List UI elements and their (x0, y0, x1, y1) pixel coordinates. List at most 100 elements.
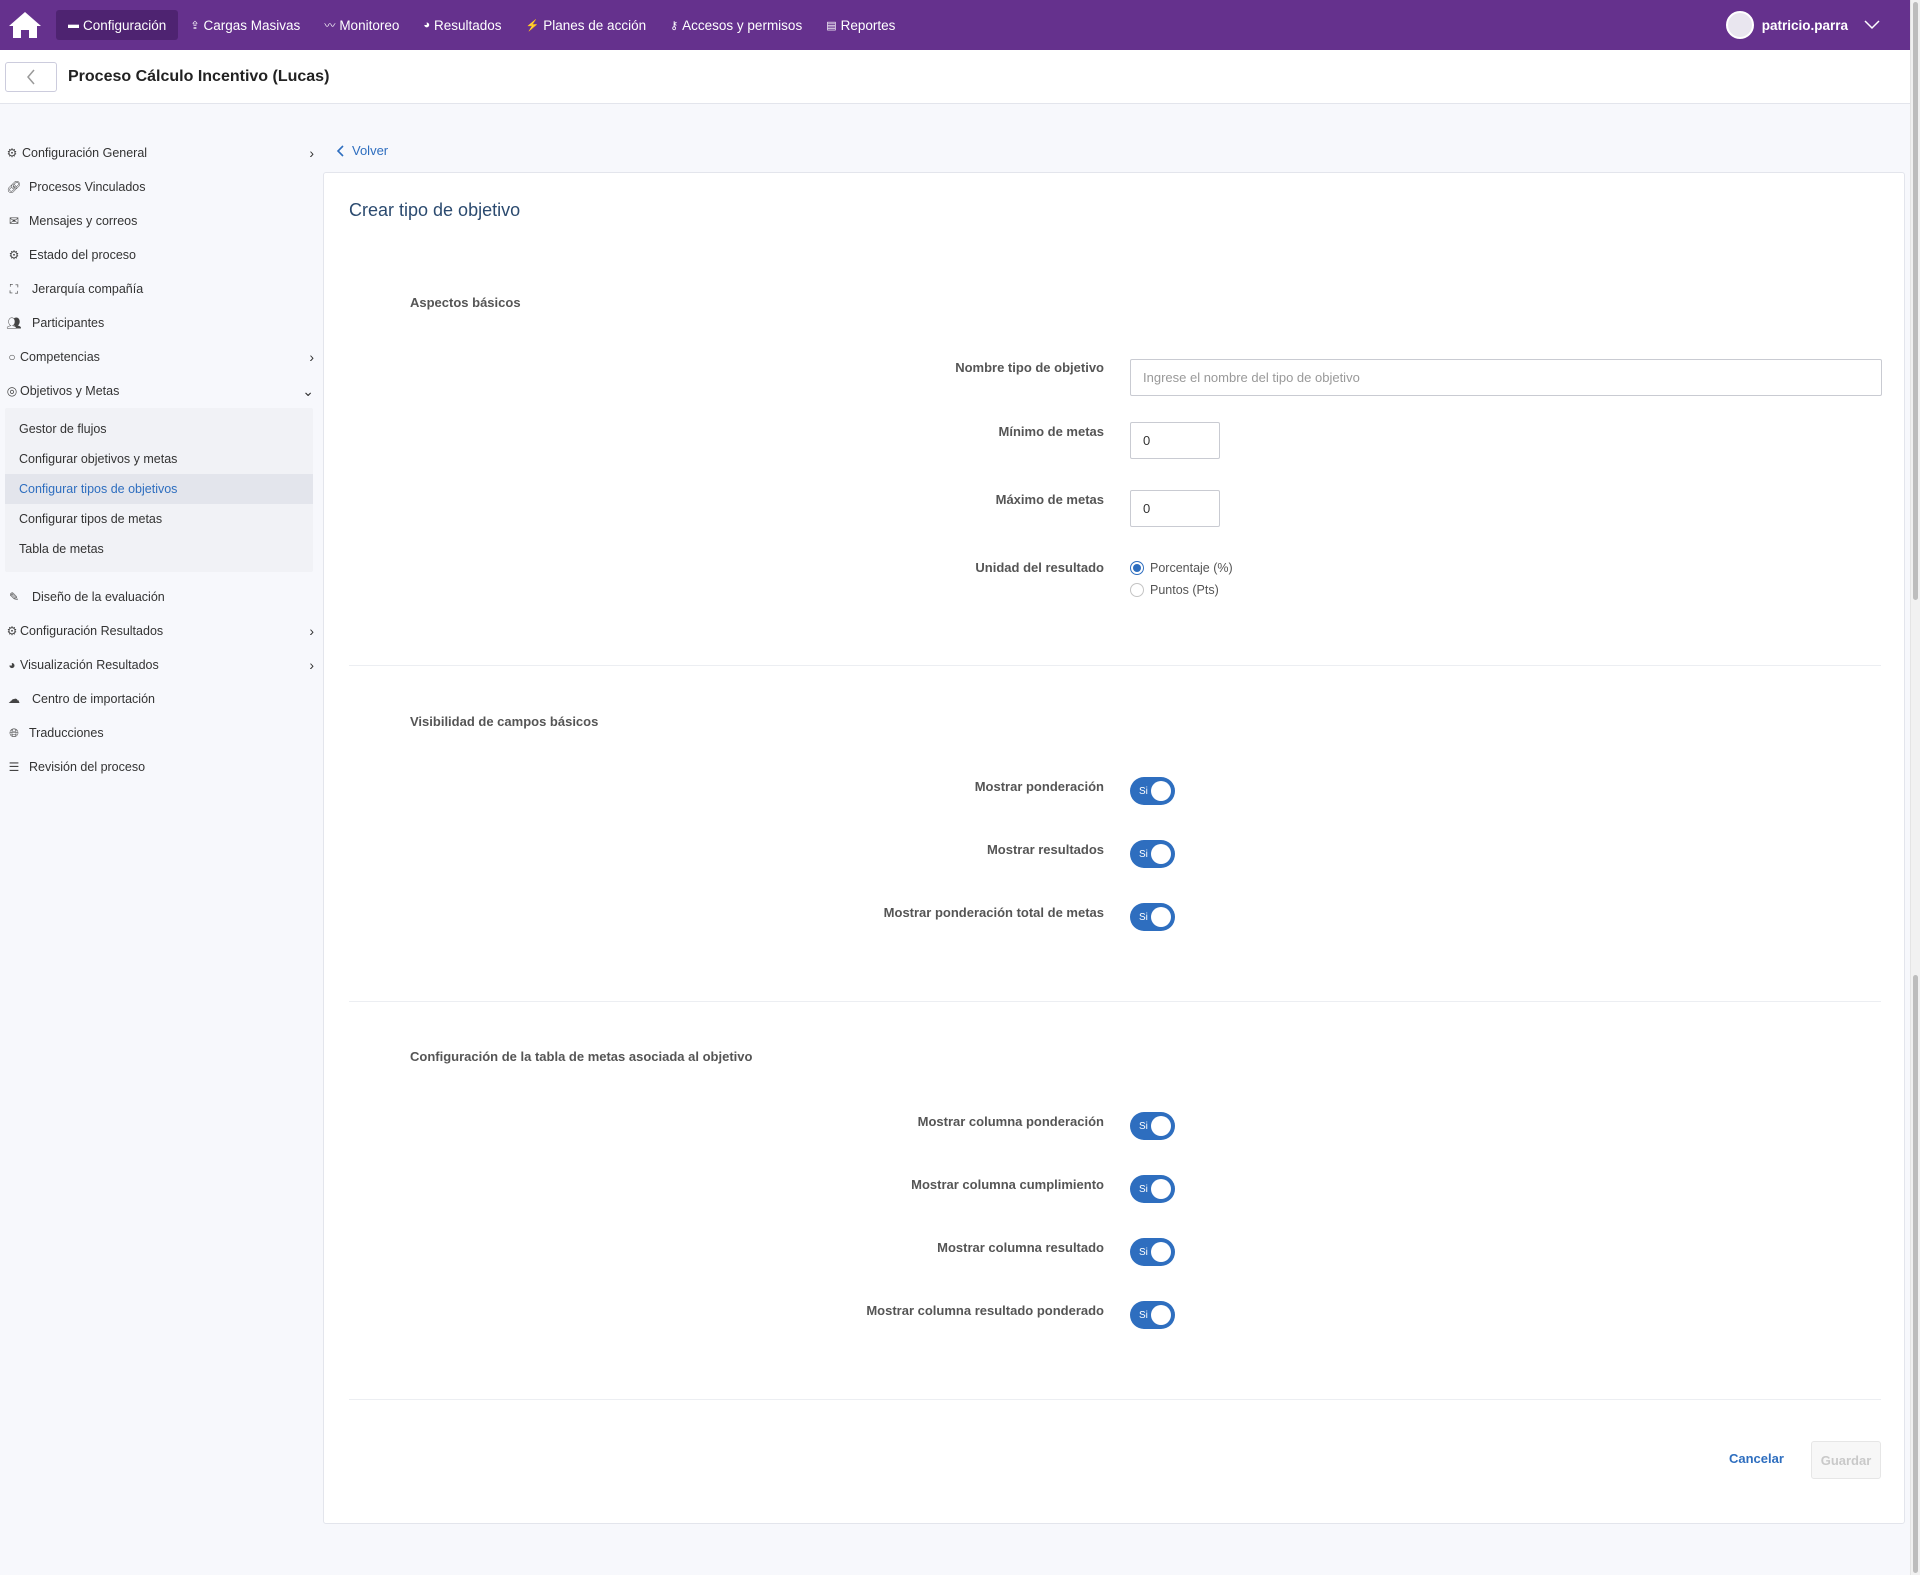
name-label: Nombre tipo de objetivo (955, 360, 1104, 375)
toggle-label: Mostrar resultados (986, 842, 1104, 857)
toggle-mostrar-columna-resultado[interactable]: Si (1130, 1238, 1175, 1266)
file-icon: ▤ (826, 19, 837, 32)
nav-accesos-y-permisos[interactable]: ⚷ Accesos y permisos (658, 10, 814, 40)
radio-label: Puntos (Pts) (1150, 583, 1219, 597)
header-back-button[interactable] (5, 61, 57, 92)
page-title: Proceso Cálculo Incentivo (Lucas) (68, 67, 330, 85)
nav-cargas-masivas[interactable]: ⇪ Cargas Masivas (178, 10, 312, 40)
toggle-state: Si (1139, 1120, 1148, 1132)
sidebar-item-configuracion-general[interactable]: ⚙ Configuración General › (0, 136, 318, 170)
section-title-visibilidad: Visibilidad de campos básicos (410, 714, 599, 729)
sidebar-item-objetivos-y-metas[interactable]: ◎ Objetivos y Metas ⌄ (0, 374, 318, 408)
objective-type-name-input[interactable] (1130, 359, 1882, 396)
divider (349, 1399, 1881, 1400)
toggle-mostrar-ponderacion[interactable]: Si (1130, 777, 1175, 805)
upload-icon: ⇪ (190, 19, 200, 32)
sidebar-item-label: Revisión del proceso (29, 760, 146, 774)
scrollbar-thumb-upper[interactable] (1913, 2, 1918, 600)
toggle-mostrar-columna-resultado-ponderado[interactable]: Si (1130, 1301, 1175, 1329)
max-goals-input[interactable] (1130, 490, 1220, 527)
envelope-icon: ✉ (8, 214, 20, 228)
sidebar-item-jerarquia-compania[interactable]: ⛶ Jerarquía compañía (0, 272, 318, 306)
save-button[interactable]: Guardar (1811, 1441, 1881, 1479)
sidebar-item-label: Participantes (32, 316, 105, 330)
nav-label: Resultados (434, 17, 502, 33)
nav-resultados[interactable]: ◕ Resultados (411, 10, 513, 40)
nav-reportes[interactable]: ▤ Reportes (814, 10, 907, 40)
sidebar-item-configuracion-resultados[interactable]: ⚙ Configuración Resultados › (0, 614, 318, 648)
sidebar-item-visualizacion-resultados[interactable]: ◕ Visualización Resultados › (0, 648, 318, 682)
users-icon: 👥︎ (6, 316, 22, 330)
nav-label: Planes de acción (543, 17, 647, 33)
back-link[interactable]: Volver (336, 143, 388, 158)
min-goals-input[interactable] (1130, 422, 1220, 459)
toggle-knob (1151, 907, 1171, 927)
top-navbar: ▬ Configuración ⇪ Cargas Masivas 〰 Monitore… (0, 0, 1910, 50)
toggle-knob (1151, 1179, 1171, 1199)
toggle-state: Si (1139, 1183, 1148, 1195)
sidebar-item-participantes[interactable]: 👥︎ Participantes (0, 306, 318, 340)
page-header: Proceso Cálculo Incentivo (Lucas) (0, 50, 1910, 104)
radio-label: Porcentaje (%) (1150, 561, 1233, 575)
chart-line-icon: 〰 (324, 20, 336, 32)
submenu-item-configurar-tipos-de-objetivos[interactable]: Configurar tipos de objetivos (5, 474, 313, 504)
nav-planes-de-accion[interactable]: ⚡ Planes de acción (514, 10, 659, 40)
submenu-objetivos-y-metas: Gestor de flujos Configurar objetivos y … (5, 408, 313, 572)
max-goals-label: Máximo de metas (995, 492, 1104, 507)
divider (349, 1001, 1881, 1002)
gear-icon: ⚙ (6, 624, 18, 638)
radio-puntos[interactable]: Puntos (Pts) (1130, 583, 1219, 597)
nav-monitoreo[interactable]: 〰 Monitoreo (312, 10, 411, 40)
bolt-icon: ⚡ (525, 19, 540, 32)
chevron-down-icon: ⌄ (302, 382, 314, 399)
sidebar-item-procesos-vinculados[interactable]: 🔗︎ Procesos Vinculados (0, 170, 318, 204)
radio-button[interactable] (1130, 583, 1144, 597)
checklist-icon: ☰ (8, 760, 20, 774)
toggle-knob (1151, 844, 1171, 864)
sidebar-item-estado-del-proceso[interactable]: ⚙ Estado del proceso (0, 238, 318, 272)
sidebar-item-diseno-de-la-evaluacion[interactable]: ✎ Diseño de la evaluación (0, 580, 318, 614)
sidebar-item-mensajes-y-correos[interactable]: ✉ Mensajes y correos (0, 204, 318, 238)
toggle-label: Mostrar columna cumplimiento (911, 1177, 1104, 1192)
nav-configuracion[interactable]: ▬ Configuración (56, 10, 179, 40)
submenu-item-gestor-de-flujos[interactable]: Gestor de flujos (5, 414, 313, 444)
toggle-mostrar-resultados[interactable]: Si (1130, 840, 1175, 868)
toggle-knob (1151, 1116, 1171, 1136)
home-icon[interactable] (2, 0, 48, 50)
nav-label: Accesos y permisos (682, 17, 803, 33)
target-icon: ◎ (6, 384, 18, 398)
sidebar-item-label: Centro de importación (32, 692, 155, 706)
chevron-right-icon: › (309, 145, 314, 161)
chevron-right-icon: › (309, 657, 314, 673)
cancel-button[interactable]: Cancelar (1729, 1451, 1784, 1466)
toggle-mostrar-columna-cumplimiento[interactable]: Si (1130, 1175, 1175, 1203)
sidebar-item-revision-del-proceso[interactable]: ☰ Revisión del proceso (0, 750, 318, 784)
page-scrollbar[interactable] (1910, 0, 1920, 1575)
link-icon: 🔗︎ (6, 180, 22, 194)
divider (349, 665, 1881, 666)
scrollbar-thumb-lower[interactable] (1913, 975, 1918, 1573)
toggle-label: Mostrar ponderación total de metas (883, 905, 1104, 920)
toggle-mostrar-columna-ponderacion[interactable]: Si (1130, 1112, 1175, 1140)
sidebar-item-label: Procesos Vinculados (29, 180, 146, 194)
submenu-item-tabla-de-metas[interactable]: Tabla de metas (5, 534, 313, 564)
section-title-tabla-de-metas: Configuración de la tabla de metas asoci… (410, 1049, 753, 1064)
card-title: Crear tipo de objetivo (349, 200, 521, 220)
toggle-mostrar-ponderacion-total[interactable]: Si (1130, 903, 1175, 931)
chevron-right-icon: › (309, 623, 314, 639)
submenu-item-configurar-tipos-de-metas[interactable]: Configurar tipos de metas (5, 504, 313, 534)
sidebar-item-traducciones[interactable]: 🌐︎ Traducciones (0, 716, 318, 750)
radio-porcentaje[interactable]: Porcentaje (%) (1130, 561, 1233, 575)
key-icon: ⚷ (670, 19, 679, 32)
result-unit-label: Unidad del resultado (975, 560, 1104, 575)
nav-label: Monitoreo (339, 17, 400, 33)
sidebar-item-competencias[interactable]: ○ Competencias › (0, 340, 318, 374)
user-menu[interactable]: patricio.parra (1725, 0, 1880, 50)
briefcase-icon: ▬ (68, 19, 79, 31)
sidebar-item-centro-de-importacion[interactable]: ☁ Centro de importación (0, 682, 318, 716)
radio-button-checked[interactable] (1130, 561, 1144, 575)
gear-icon: ⚙ (8, 248, 20, 262)
username: patricio.parra (1761, 17, 1848, 33)
submenu-item-configurar-objetivos-y-metas[interactable]: Configurar objetivos y metas (5, 444, 313, 474)
section-title-aspectos-basicos: Aspectos básicos (410, 295, 521, 310)
